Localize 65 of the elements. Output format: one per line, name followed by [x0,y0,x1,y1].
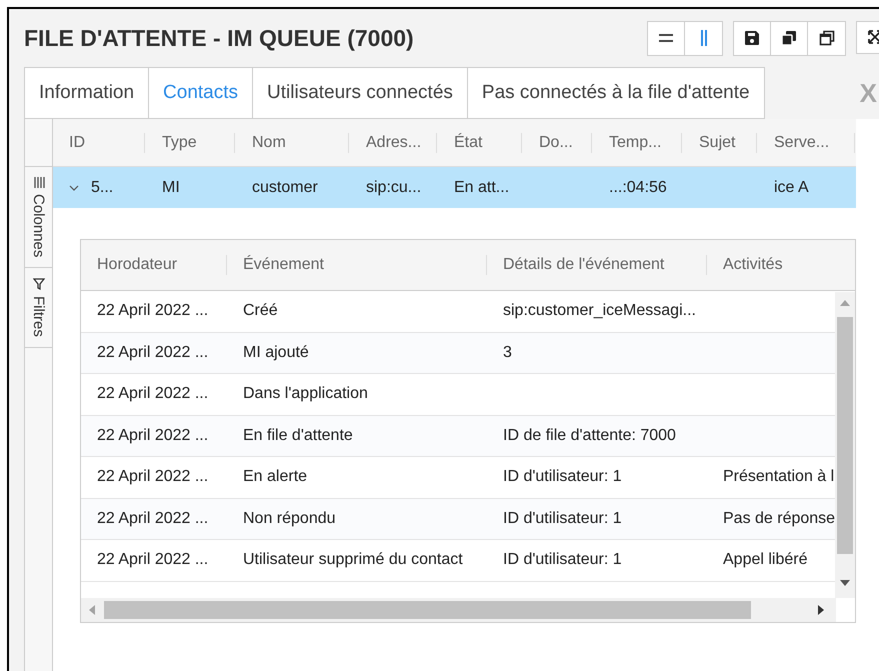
table-cell-text: ID d'utilisateur: 1 [503,550,622,570]
table-cell-text: 22 April 2022 ... [97,467,208,488]
table-cell-text: 5... [91,178,114,198]
column-header[interactable]: Type [146,119,236,166]
expand-icon [868,30,879,44]
table-row[interactable]: 5... MI customer sip:cu... En att... ...:04:56 ice A [53,167,856,208]
table-cell-text: sip:customer_iceMessagi... [503,301,696,322]
table-cell-text: En att... [454,178,510,198]
table-cell-text: Pas de réponse [723,508,836,529]
tab[interactable]: Information [25,68,148,118]
table-cell-text: customer [252,178,318,198]
horizontal-scrollbar[interactable] [81,598,836,622]
column-header[interactable]: ID [53,119,146,166]
table-cell-text: 22 April 2022 ... [97,508,208,529]
vertical-scrollbar[interactable] [835,292,855,598]
tab[interactable]: Utilisateurs connectés [252,68,467,118]
table-cell-text: 3 [503,342,512,363]
column-header[interactable]: État [438,119,523,166]
table-cell-text: Non répondu [243,508,336,529]
restore-windows-icon [818,30,834,46]
side-panel-tab[interactable]: Colonnes [25,166,52,268]
chevron-down-icon[interactable] [69,184,79,190]
vertical-lines-icon [698,29,708,47]
window-title: FILE D'ATTENTE - IM QUEUE (7000) [24,24,414,53]
table-cell-text: MI ajouté [243,342,309,363]
scrollbar-thumb[interactable] [104,601,751,619]
table-cell-text: ice A [774,178,809,198]
stacked-windows-icon [781,30,797,46]
side-panel-tab[interactable]: Filtres [25,267,52,348]
table-cell-text: MI [162,178,180,198]
horizontal-lines-icon [658,33,674,43]
column-header[interactable]: Horodateur [81,240,227,290]
table-cell-text: sip:cu... [366,178,422,198]
column-header[interactable]: Sujet [683,119,758,166]
table-cell-text: 22 April 2022 ... [97,301,208,322]
table-cell-text: En file d'attente [243,426,353,446]
column-header[interactable]: Nom [236,119,350,166]
table-cell-text: ...:04:56 [609,178,667,198]
filter-icon [32,278,44,290]
table-cell-text: ID d'utilisateur: 1 [503,467,622,488]
scroll-down-icon[interactable] [840,580,850,586]
columns-icon [32,177,44,188]
column-header[interactable]: Activités [707,240,855,290]
column-header[interactable]: Détails de l'événement [487,240,707,290]
column-header[interactable]: Serve... [758,119,856,166]
table-cell-text: ID de file d'attente: 7000 [503,426,676,446]
table-cell-text: Créé [243,301,278,322]
table-cell-text: Dans l'application [243,384,368,404]
table-cell-text: Présentation à l [723,467,834,488]
column-header[interactable]: Adres... [350,119,438,166]
column-header[interactable]: Temp... [593,119,683,166]
table-cell-text: Utilisateur supprimé du contact [243,550,463,570]
save-icon [744,30,760,46]
scrollbar-thumb[interactable] [837,317,853,554]
table-cell-text: 22 April 2022 ... [97,384,208,404]
table-cell-text: 22 April 2022 ... [97,426,208,446]
scroll-right-icon[interactable] [818,605,824,615]
tab[interactable]: Pas connectés à la file d'attente [466,68,764,118]
table-cell-text: 22 April 2022 ... [97,550,208,570]
table-cell-text: En alerte [243,467,308,488]
table-cell-text: 22 April 2022 ... [97,342,208,363]
table-cell-text: ID d'utilisateur: 1 [503,508,622,529]
column-header[interactable]: Do... [523,119,593,166]
column-header[interactable]: Événement [227,240,487,290]
table-cell-text: Appel libéré [723,550,808,570]
